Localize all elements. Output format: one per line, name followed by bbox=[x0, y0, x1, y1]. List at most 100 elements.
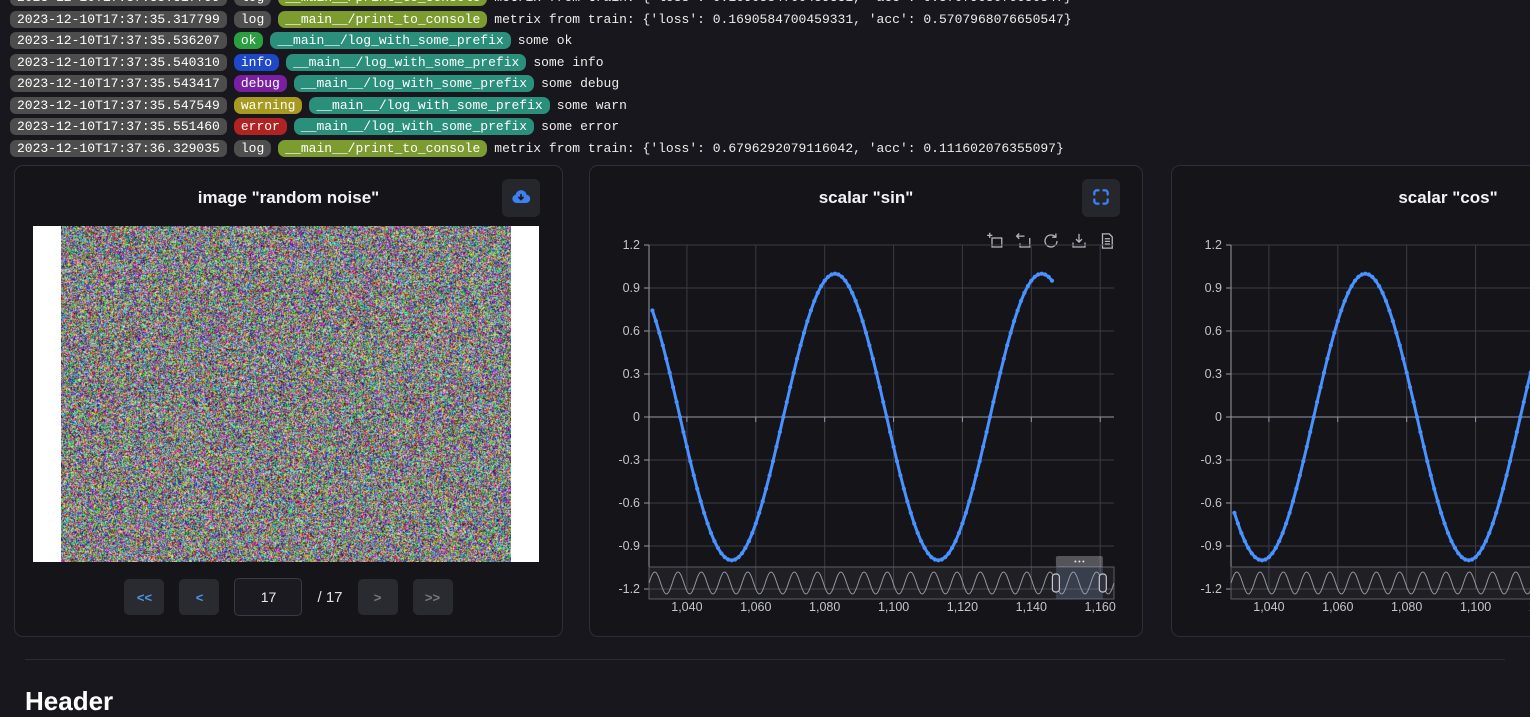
log-row: 2023-12-10T17:37:35.540310 info __main__… bbox=[10, 52, 1530, 74]
cos-card-title: scalar "cos" bbox=[1172, 188, 1530, 208]
svg-text:1,120: 1,120 bbox=[947, 600, 978, 614]
svg-text:1,080: 1,080 bbox=[1391, 600, 1422, 614]
svg-text:-1.2: -1.2 bbox=[1200, 582, 1222, 596]
log-message: metrix from train: {'loss': 0.6796292079… bbox=[494, 141, 1064, 156]
datazoom-right-handle[interactable] bbox=[1099, 574, 1106, 592]
first-page-button[interactable]: << bbox=[124, 579, 164, 615]
svg-text:1,060: 1,060 bbox=[1322, 600, 1353, 614]
log-level-badge: ok bbox=[234, 32, 264, 49]
log-message: some info bbox=[533, 55, 603, 70]
svg-text:0.6: 0.6 bbox=[623, 324, 640, 338]
random-noise-image bbox=[61, 226, 511, 562]
sin-card-title: scalar "sin" bbox=[590, 188, 1142, 208]
log-level-badge: log bbox=[234, 140, 271, 157]
log-message: metrix from train: {'loss': 0.1690584700… bbox=[494, 12, 1071, 27]
page-total-label: / 17 bbox=[317, 589, 342, 606]
svg-text:1,140: 1,140 bbox=[1016, 600, 1047, 614]
cos-line-chart: 1.2 0.9 0.6 0.3 0 -0.3 -0.6 -0.9 -1.2 1,040 1,060 1… bbox=[1172, 236, 1530, 618]
log-row: 2023-12-10T17:37:35.547549 warning __mai… bbox=[10, 95, 1530, 117]
fullscreen-icon bbox=[1091, 187, 1111, 210]
prev-page-button[interactable]: < bbox=[179, 579, 219, 615]
axis-labels: 1.2 0.9 0.6 0.3 0 -0.3 -0.6 -0.9 -1.2 1,040 1,060 1… bbox=[618, 238, 1115, 614]
svg-text:-1.2: -1.2 bbox=[618, 582, 640, 596]
log-row: 2023-12-10T17:37:35.317799 log __main__/… bbox=[10, 9, 1530, 31]
svg-text:0: 0 bbox=[633, 410, 640, 424]
svg-text:-0.9: -0.9 bbox=[1200, 539, 1222, 553]
log-row: 2023-12-10T17:37:35.536207 ok __main__/l… bbox=[10, 30, 1530, 52]
datazoom-slider[interactable] bbox=[1231, 556, 1530, 599]
svg-text:1.2: 1.2 bbox=[623, 238, 640, 252]
fullscreen-button[interactable] bbox=[1082, 179, 1120, 217]
image-card-title: image "random noise" bbox=[15, 188, 562, 208]
log-timestamp: 2023-12-10T17:37:35.551460 bbox=[10, 118, 227, 135]
log-row-partial: 2023-12-10T17:37:35.317799 log __main__/… bbox=[10, 0, 1530, 9]
log-source-badge: __main__/print_to_console bbox=[278, 0, 487, 6]
log-timestamp: 2023-12-10T17:37:35.543417 bbox=[10, 75, 227, 92]
log-level-badge: debug bbox=[234, 75, 287, 92]
datazoom-window[interactable] bbox=[1056, 567, 1103, 599]
log-timestamp: 2023-12-10T17:37:35.547549 bbox=[10, 97, 227, 114]
log-timestamp: 2023-12-10T17:37:35.317799 bbox=[10, 0, 227, 6]
log-source-badge: __main__/log_with_some_prefix bbox=[309, 97, 549, 114]
log-level-badge: warning bbox=[234, 97, 303, 114]
svg-text:1,160: 1,160 bbox=[1085, 600, 1116, 614]
log-message: some error bbox=[541, 119, 619, 134]
next-page-button[interactable]: > bbox=[358, 579, 398, 615]
log-message: some warn bbox=[557, 98, 627, 113]
svg-text:0.3: 0.3 bbox=[623, 367, 640, 381]
svg-text:1,040: 1,040 bbox=[671, 600, 702, 614]
last-page-button[interactable]: >> bbox=[413, 579, 453, 615]
svg-text:0.9: 0.9 bbox=[1205, 281, 1222, 295]
svg-text:0.3: 0.3 bbox=[1205, 367, 1222, 381]
svg-text:1,040: 1,040 bbox=[1253, 600, 1284, 614]
sin-line-chart: 1.2 0.9 0.6 0.3 0 -0.3 -0.6 -0.9 -1.2 1,040 1,060 1… bbox=[590, 236, 1142, 618]
image-viewer bbox=[33, 226, 539, 562]
log-source-badge: __main__/log_with_some_prefix bbox=[270, 32, 510, 49]
log-level-badge: log bbox=[234, 0, 271, 6]
log-timestamp: 2023-12-10T17:37:35.317799 bbox=[10, 11, 227, 28]
image-pagination: << < / 17 > >> bbox=[15, 578, 562, 616]
axes bbox=[644, 245, 1114, 589]
log-timestamp: 2023-12-10T17:37:35.536207 bbox=[10, 32, 227, 49]
log-source-badge: __main__/print_to_console bbox=[278, 11, 487, 28]
svg-text:1,060: 1,060 bbox=[740, 600, 771, 614]
log-timestamp: 2023-12-10T17:37:36.329035 bbox=[10, 140, 227, 157]
log-timestamp: 2023-12-10T17:37:35.540310 bbox=[10, 54, 227, 71]
log-message: metrix from train: {'loss': 0.1690584700… bbox=[494, 0, 1071, 5]
svg-text:0.6: 0.6 bbox=[1205, 324, 1222, 338]
log-row: 2023-12-10T17:37:35.551460 error __main_… bbox=[10, 116, 1530, 138]
svg-text:0: 0 bbox=[1215, 410, 1222, 424]
image-card: image "random noise" << < / 17 > >> bbox=[14, 165, 563, 637]
svg-text:1,100: 1,100 bbox=[878, 600, 909, 614]
scalar-cos-card: scalar "cos" 1.2 0.9 0.6 0.3 0 -0.3 -0.6 -0.9 -1… bbox=[1171, 165, 1530, 637]
datazoom-slider[interactable] bbox=[649, 556, 1114, 599]
svg-text:0.9: 0.9 bbox=[623, 281, 640, 295]
log-message: some ok bbox=[518, 33, 573, 48]
axes bbox=[1226, 245, 1530, 589]
svg-text:-0.6: -0.6 bbox=[618, 496, 640, 510]
svg-text:-0.3: -0.3 bbox=[1200, 453, 1222, 467]
markdown-header: Header bbox=[25, 686, 113, 717]
svg-text:1,080: 1,080 bbox=[809, 600, 840, 614]
cloud-download-icon bbox=[510, 186, 532, 211]
log-source-badge: __main__/log_with_some_prefix bbox=[294, 118, 534, 135]
datazoom-left-handle[interactable] bbox=[1052, 574, 1059, 592]
svg-text:-0.9: -0.9 bbox=[618, 539, 640, 553]
download-image-button[interactable] bbox=[502, 179, 540, 217]
log-source-badge: __main__/log_with_some_prefix bbox=[286, 54, 526, 71]
page-number-input[interactable] bbox=[234, 578, 302, 616]
section-divider bbox=[25, 659, 1505, 660]
log-message: some debug bbox=[541, 76, 619, 91]
log-console: 2023-12-10T17:37:35.317799 log __main__/… bbox=[10, 0, 1530, 159]
log-row: 2023-12-10T17:37:35.543417 debug __main_… bbox=[10, 73, 1530, 95]
log-level-badge: log bbox=[234, 11, 271, 28]
log-source-badge: __main__/print_to_console bbox=[278, 140, 487, 157]
log-level-badge: info bbox=[234, 54, 279, 71]
svg-text:-0.3: -0.3 bbox=[618, 453, 640, 467]
svg-text:1.2: 1.2 bbox=[1205, 238, 1222, 252]
axis-labels: 1.2 0.9 0.6 0.3 0 -0.3 -0.6 -0.9 -1.2 1,040 1,060 1… bbox=[1200, 238, 1530, 614]
svg-text:-0.6: -0.6 bbox=[1200, 496, 1222, 510]
svg-text:1,100: 1,100 bbox=[1460, 600, 1491, 614]
log-level-badge: error bbox=[234, 118, 287, 135]
log-source-badge: __main__/log_with_some_prefix bbox=[294, 75, 534, 92]
